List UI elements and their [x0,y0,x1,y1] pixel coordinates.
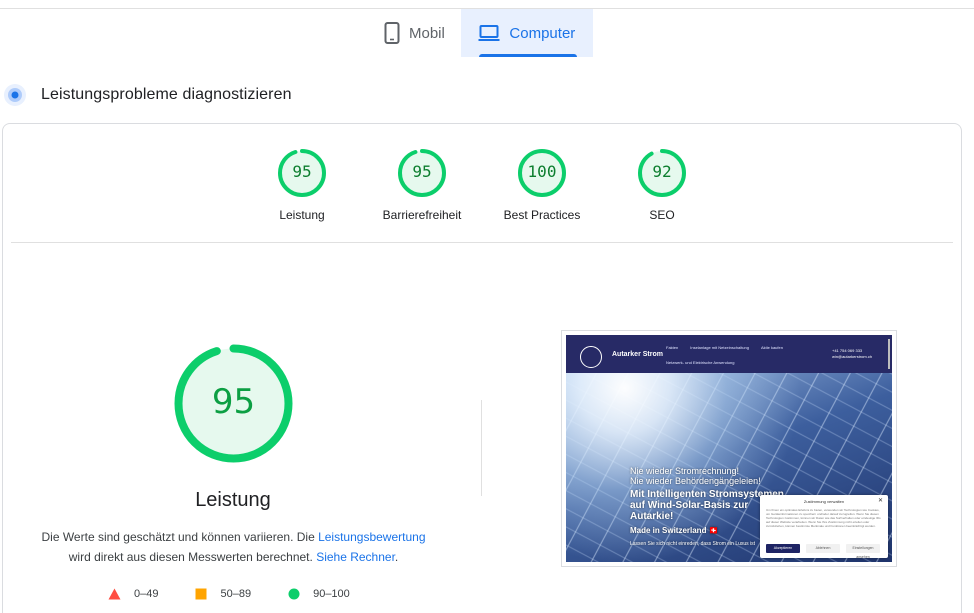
site-nav-sub: Netzwerk- und Elektrische Anwendung [666,360,735,365]
cookie-dialog: Zustimmung verwalten ✕ Um Ihnen ein opti… [760,495,888,559]
cookie-body: Um Ihnen ein optimales Erlebnis zu biete… [766,508,881,528]
gauge-ring: 92 [637,148,687,198]
page-screenshot[interactable]: Autarker Strom Fakten Inselanlage mit Net… [561,330,897,567]
hero-line: Nie wieder Behördengängeleien! [630,476,761,486]
legend-range: 0–49 [134,588,159,600]
section-title: Leistungsprobleme diagnostizieren [41,86,292,103]
legend-range: 90–100 [313,588,350,600]
site-logo-icon [580,346,602,368]
tab-desktop-label: Computer [509,24,576,42]
site-contact: +41 754 069 333 win@autarkerstrom.ch [832,348,872,360]
gauge-label: SEO [649,208,675,222]
circle-icon [288,588,300,600]
category-gauges: 95 Leistung 95 Barrierefreiheit 100 Best… [0,148,974,228]
calculator-link[interactable]: Siehe Rechner [316,550,395,564]
triangle-icon [108,588,121,600]
site-nav-item: Inselanlage mit Netzeinschaltung [690,345,749,350]
gauge-ring: 100 [517,148,567,198]
site-scrollbar [888,339,890,369]
diagnostic-icon [4,84,26,106]
gauge-ring: 95 [277,148,327,198]
performance-score-link[interactable]: Leistungsbewertung [318,530,425,544]
legend-range: 50–89 [220,588,252,600]
desc-text: Die Werte sind geschätzt und können vari… [41,530,319,544]
smartphone-icon [384,22,400,44]
cookie-accept-button: Akzeptieren [766,544,800,553]
gauge-performance[interactable]: 95 Leistung [242,148,362,222]
legend-item-fail: 0–49 [108,588,158,600]
tab-mobile[interactable]: Mobil [368,9,461,57]
gauge-label: Barrierefreiheit [382,208,462,222]
hero-made-in: Made in Switzerland 🇨🇭 [630,526,719,535]
hero-line: Nie wieder Stromrechnung! [630,466,740,476]
cookie-settings-button: Einstellungen ansehen [846,544,880,559]
hero-lines: Nie wieder Stromrechnung! Nie wieder Beh… [630,466,761,486]
desc-text: wird direkt aus diesen Messwerten berech… [68,550,317,564]
site-header: Autarker Strom Fakten Inselanlage mit Net… [566,335,892,373]
cookie-reject-button: Ablehnen [806,544,840,553]
tab-mobile-label: Mobil [409,24,445,42]
gauges-divider [11,242,953,243]
vertical-divider [481,400,482,496]
square-icon [195,588,207,600]
gauge-label: Leistung [279,208,325,222]
performance-title: Leistung [195,489,271,511]
gauge-score: 95 [412,162,432,181]
gauge-label: Best Practices [503,208,581,222]
section-header: Leistungsprobleme diagnostizieren [0,80,292,110]
site-brand: Autarker Strom [612,351,663,358]
tab-desktop[interactable]: Computer [460,9,593,57]
gauge-accessibility[interactable]: 95 Barrierefreiheit [362,148,482,222]
gauge-ring: 95 [397,148,447,198]
legend-item-average: 50–89 [195,588,251,600]
performance-score: 95 [211,382,256,422]
performance-description: Die Werte sind geschätzt und können vari… [30,527,437,567]
legend-item-pass: 90–100 [288,588,350,600]
site-nav-item: Aktie kaufen [760,345,783,350]
gauge-seo[interactable]: 92 SEO [602,148,722,222]
gauge-best-practices[interactable]: 100 Best Practices [482,148,602,222]
site-nav-item: Fakten [666,345,679,350]
screenshot-content: Autarker Strom Fakten Inselanlage mit Net… [566,335,892,562]
close-icon: ✕ [877,498,883,504]
gauge-score: 92 [652,162,672,181]
device-tabs: Mobil Computer [368,9,593,57]
site-nav: Fakten Inselanlage mit Netzeinschaltung Ak… [666,345,795,350]
score-legend: 0–49 50–89 90–100 [108,585,387,603]
hero-small: Lassen Sie sich nicht einreden, dass Str… [630,541,756,547]
cookie-title: Zustimmung verwalten [803,499,845,504]
laptop-icon [478,25,500,41]
gauge-score: 95 [292,162,312,181]
desc-text: . [394,550,399,564]
site-email: win@autarkerstrom.ch [832,354,873,359]
gauge-score: 100 [527,162,557,181]
